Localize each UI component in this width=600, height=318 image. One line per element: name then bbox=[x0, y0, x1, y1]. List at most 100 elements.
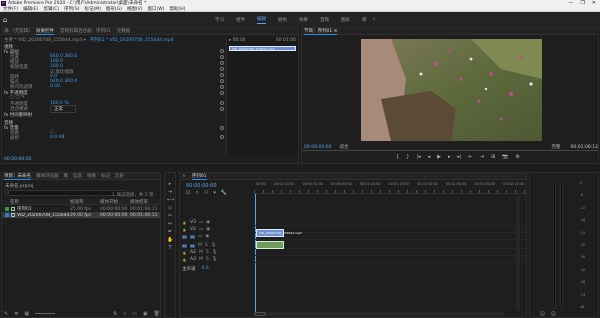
reset-icon[interactable] bbox=[220, 135, 224, 139]
solo-right-button[interactable]: S bbox=[551, 311, 556, 316]
tab-metadata[interactable]: 元数据 bbox=[117, 28, 131, 34]
pen-tool-icon[interactable]: ✒ bbox=[167, 229, 173, 235]
timeline-audio-clip[interactable] bbox=[256, 241, 284, 249]
settings-icon[interactable]: ⚙ bbox=[516, 154, 520, 160]
tab-history[interactable]: 历史 bbox=[115, 173, 124, 179]
solo-icon[interactable]: S bbox=[206, 250, 209, 255]
solo-icon[interactable]: S bbox=[206, 257, 209, 262]
workspace-tab-assembly[interactable]: 组件 bbox=[236, 17, 245, 23]
sync-lock-icon[interactable]: ▭ bbox=[199, 227, 203, 232]
ripple-edit-tool-icon[interactable]: ⟷ bbox=[167, 197, 174, 203]
list-item[interactable]: VID_20200708_155644.mp4 29.00 fps 00:00:… bbox=[2, 212, 160, 218]
more-workspaces-icon[interactable]: » bbox=[373, 17, 376, 22]
col-media-start[interactable]: 媒体开始 bbox=[100, 199, 130, 205]
slip-tool-icon[interactable]: ✂ bbox=[167, 213, 173, 219]
lift-icon[interactable]: ⇤ bbox=[469, 154, 473, 160]
reset-icon[interactable] bbox=[220, 73, 224, 77]
reset-icon[interactable] bbox=[220, 55, 224, 59]
type-tool-icon[interactable]: T bbox=[167, 245, 173, 251]
label-color-swatch[interactable] bbox=[5, 213, 9, 217]
tab-project[interactable]: 项目：未命名 bbox=[4, 173, 31, 180]
mute-icon[interactable]: M bbox=[199, 250, 203, 255]
go-to-out-icon[interactable]: ▸| bbox=[457, 154, 461, 160]
export-frame-icon[interactable]: 📷 bbox=[502, 154, 508, 160]
sort-icon[interactable]: ⇅ bbox=[113, 311, 117, 317]
tab-sequence-01[interactable]: 序列01 bbox=[191, 173, 207, 180]
pencil-icon[interactable]: ✎ bbox=[4, 311, 8, 317]
tab-effects[interactable]: 效果 bbox=[87, 173, 96, 179]
comparison-view-icon[interactable]: ⊞ bbox=[491, 154, 495, 160]
mic-icon[interactable]: 🎙 bbox=[212, 257, 218, 262]
mic-icon[interactable]: 🎙 bbox=[212, 250, 218, 255]
lock-icon[interactable]: 🔒 bbox=[182, 221, 187, 225]
linked-selection-icon[interactable]: ⚇ bbox=[204, 190, 208, 196]
reset-icon[interactable] bbox=[220, 85, 224, 89]
tab-libraries[interactable]: 库 bbox=[64, 173, 69, 179]
workspace-tab-graphics[interactable]: 图形 bbox=[341, 17, 350, 23]
mask-tools[interactable]: ○ □ ✎ bbox=[10, 95, 25, 100]
master-clip-dropdown[interactable]: 主要 * VID_20200708_155644.mp4 ▾ bbox=[4, 37, 86, 43]
workspace-tab-audio[interactable]: 音频 bbox=[320, 17, 329, 23]
menu-clip[interactable]: 剪辑(C) bbox=[43, 6, 59, 12]
lock-icon[interactable]: 🔒 bbox=[182, 251, 187, 255]
new-item-icon[interactable]: ▣ bbox=[143, 311, 148, 317]
folder-icon[interactable]: ▭ bbox=[132, 311, 137, 317]
marker-out-icon[interactable]: } bbox=[406, 154, 409, 160]
effect-controls-timecode[interactable]: 00:00:00:00 bbox=[4, 157, 31, 162]
reset-icon[interactable] bbox=[220, 126, 224, 130]
marker-in-icon[interactable]: { bbox=[396, 154, 399, 160]
source-patch-a1[interactable]: A1 bbox=[182, 243, 187, 248]
workspace-tab-editing[interactable]: 编辑 bbox=[257, 16, 266, 24]
lane-a3[interactable] bbox=[254, 256, 526, 263]
reset-icon[interactable] bbox=[220, 61, 224, 65]
lock-icon[interactable]: 🔒 bbox=[182, 258, 187, 262]
extract-icon[interactable]: ⇥ bbox=[480, 154, 484, 160]
project-search-input[interactable]: ⌕ bbox=[5, 190, 125, 196]
tab-media-browser[interactable]: 媒体浏览器 bbox=[36, 173, 59, 179]
col-framerate[interactable]: 帧速率 bbox=[70, 199, 100, 205]
wrench-icon[interactable]: 🔧 bbox=[221, 190, 227, 196]
timeline-vertical-scrollbar[interactable] bbox=[516, 195, 520, 311]
col-name[interactable]: 名称 bbox=[2, 199, 70, 205]
scroll-thumb[interactable] bbox=[254, 312, 266, 316]
eye-icon[interactable]: ◉ bbox=[206, 227, 210, 232]
lane-a1[interactable] bbox=[254, 241, 526, 249]
razor-tool-icon[interactable]: ◇ bbox=[167, 205, 173, 211]
sync-lock-icon[interactable]: ▭ bbox=[198, 234, 202, 239]
go-to-in-icon[interactable]: |◂ bbox=[416, 154, 420, 160]
section-time-remap[interactable]: fx 时间重映射 bbox=[4, 112, 32, 118]
lane-a2[interactable] bbox=[254, 249, 526, 256]
hand-tool-icon[interactable]: ✋ bbox=[167, 237, 173, 243]
track-select-tool-icon[interactable]: ⇥ bbox=[167, 189, 173, 195]
eye-icon[interactable]: ◉ bbox=[206, 220, 210, 225]
reset-icon[interactable] bbox=[220, 49, 224, 53]
snap-icon[interactable]: ∩ bbox=[195, 190, 199, 196]
sync-lock-icon[interactable]: ▭ bbox=[199, 220, 203, 225]
menu-view[interactable]: 视图(V) bbox=[127, 6, 143, 12]
list-view-icon[interactable]: ≣ bbox=[14, 311, 18, 317]
search-icon[interactable]: ⌕ bbox=[123, 311, 126, 317]
tab-source[interactable]: 源：(无剪辑) bbox=[4, 28, 30, 34]
program-timecode[interactable]: 00:00:00:00 bbox=[304, 145, 331, 150]
menu-window[interactable]: 窗口(W) bbox=[148, 6, 165, 12]
eye-icon[interactable]: ◉ bbox=[205, 234, 209, 239]
step-forward-icon[interactable]: ▸ bbox=[448, 154, 451, 160]
home-icon[interactable]: ⌂ bbox=[0, 16, 10, 24]
reset-icon[interactable] bbox=[220, 67, 224, 71]
track-target-a1[interactable]: A1 bbox=[190, 243, 195, 248]
menu-marker[interactable]: 标记(M) bbox=[85, 6, 101, 12]
menu-help[interactable]: 帮助(H) bbox=[169, 6, 185, 12]
tab-effect-controls[interactable]: 效果控件 bbox=[36, 28, 55, 35]
tab-program[interactable]: 节目：序列01 ≡ bbox=[304, 28, 338, 35]
rate-stretch-tool-icon[interactable]: ↔ bbox=[167, 221, 173, 227]
nest-icon[interactable]: ⊡ bbox=[186, 190, 190, 196]
solo-icon[interactable]: S bbox=[205, 243, 208, 248]
workspace-tab-libraries[interactable]: 库 bbox=[362, 17, 367, 23]
lane-v3[interactable] bbox=[254, 219, 526, 226]
label-color-swatch[interactable] bbox=[5, 207, 9, 211]
reset-icon[interactable] bbox=[220, 101, 224, 105]
source-patch-v1[interactable]: V1 bbox=[182, 234, 187, 239]
program-scrubber[interactable] bbox=[302, 150, 598, 151]
reset-icon[interactable] bbox=[220, 91, 224, 95]
zoom-slider[interactable] bbox=[35, 311, 56, 314]
